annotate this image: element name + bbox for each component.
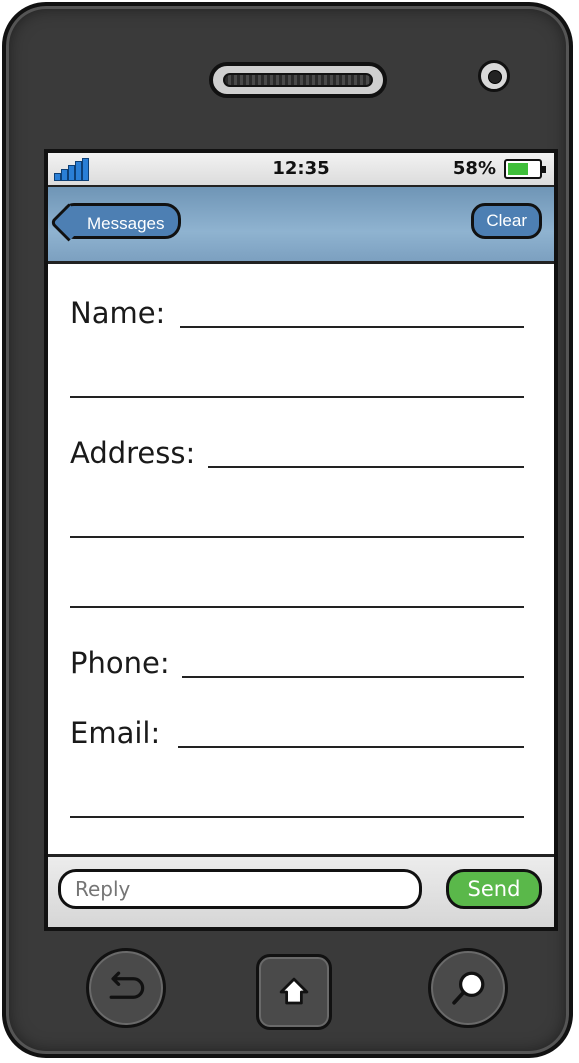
battery-tip (542, 166, 546, 173)
name-line[interactable] (180, 326, 524, 328)
email-row: Email: (70, 714, 524, 754)
email-extra-line[interactable] (70, 816, 524, 818)
search-icon (452, 971, 485, 1005)
battery-icon (504, 159, 546, 179)
send-button[interactable]: Send (446, 869, 542, 909)
phone-label: Phone: (70, 646, 170, 680)
address-label: Address: (70, 436, 196, 470)
battery-fill (508, 163, 528, 175)
phone-row: Phone: (70, 644, 524, 684)
battery-percent: 58% (452, 158, 496, 179)
hardware-back-button[interactable] (86, 948, 166, 1028)
address-line-3-row (70, 574, 524, 614)
reply-input[interactable] (58, 869, 422, 909)
messages-back-button[interactable]: Messages (62, 203, 182, 239)
navigation-bar: Messages Clear (48, 187, 554, 264)
status-bar: 12:35 58% (48, 153, 554, 187)
address-line-2[interactable] (70, 536, 524, 538)
hardware-search-button[interactable] (428, 948, 508, 1028)
back-arrow-icon (109, 971, 145, 999)
name-extra-row (70, 364, 524, 404)
email-extra-row (70, 784, 524, 824)
speaker-grille (209, 62, 387, 98)
phone-screen: 12:35 58% Messages Clear Name: Address: (44, 149, 558, 931)
email-line[interactable] (178, 746, 524, 748)
name-row: Name: (70, 294, 524, 334)
address-row: Address: (70, 434, 524, 474)
hardware-home-button[interactable] (256, 954, 332, 1030)
camera-lens-inner (488, 70, 502, 84)
speaker-grille-mesh (223, 73, 373, 87)
name-extra-line[interactable] (70, 396, 524, 398)
messages-back-label: Messages (87, 214, 165, 233)
clear-button[interactable]: Clear (471, 203, 542, 239)
address-line-3[interactable] (70, 606, 524, 608)
camera-lens (478, 60, 510, 92)
email-label: Email: (70, 716, 161, 750)
contact-form: Name: Address: Phone: Email: (48, 264, 554, 855)
home-icon (279, 977, 309, 1005)
reply-bar: Send (48, 854, 554, 927)
phone-frame: 12:35 58% Messages Clear Name: Address: (2, 2, 573, 1058)
address-line[interactable] (208, 466, 524, 468)
name-label: Name: (70, 296, 166, 330)
address-line-2-row (70, 504, 524, 544)
phone-line[interactable] (182, 676, 524, 678)
